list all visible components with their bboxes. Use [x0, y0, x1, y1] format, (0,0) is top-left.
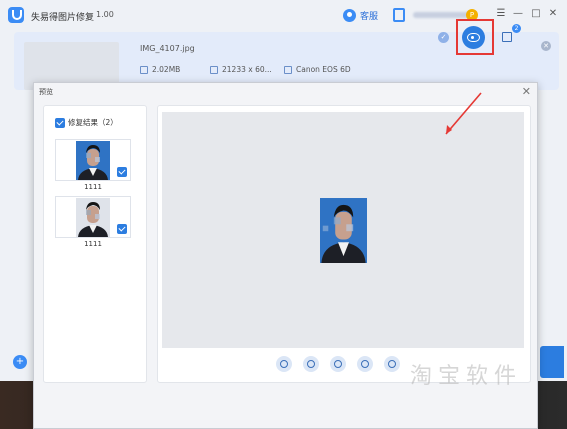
eye-icon: [467, 33, 480, 42]
select-all-check-icon: [55, 117, 65, 128]
result-list-panel: 修复结果（2） 1111 1111: [43, 105, 147, 383]
remove-file-icon[interactable]: ✕: [541, 41, 551, 51]
compare-icon[interactable]: [384, 356, 400, 372]
file-size-icon: [140, 65, 148, 74]
thumbnail-label: 1111: [84, 183, 102, 191]
file-name: IMG_4107.jpg: [140, 44, 195, 53]
fit-screen-icon[interactable]: [276, 356, 292, 372]
file-resolution: 21233 x 60...: [210, 65, 272, 74]
rotate-icon[interactable]: [357, 356, 373, 372]
app-logo-icon: [8, 7, 24, 23]
watermark: 淘宝软件: [410, 364, 523, 389]
zoom-in-icon[interactable]: [303, 356, 319, 372]
thumbnail-checkbox[interactable]: [117, 167, 127, 177]
thumbnail-label: 1111: [84, 240, 102, 248]
preview-area: [157, 105, 531, 383]
dialog-header: 预览 ✕: [34, 83, 537, 100]
add-file-button[interactable]: +: [13, 355, 27, 369]
close-button[interactable]: ✕: [547, 8, 559, 20]
preview-button[interactable]: [462, 26, 485, 49]
thumbnail-checkbox[interactable]: [117, 224, 127, 234]
menu-button[interactable]: ☰: [495, 8, 507, 20]
preview-toolbar: [276, 356, 411, 372]
repaired-check-icon: ✓: [438, 32, 449, 43]
select-all-label: 修复结果（2）: [68, 118, 118, 127]
preview-photo: [320, 198, 367, 263]
customer-service-button[interactable]: 客服: [343, 9, 378, 22]
maximize-button[interactable]: □: [530, 8, 542, 20]
preview-canvas: [162, 112, 524, 348]
dialog-title: 预览: [39, 88, 53, 96]
customer-service-label: 客服: [360, 12, 379, 22]
file-camera: Canon EOS 6D: [284, 65, 351, 74]
customer-service-icon: [343, 9, 356, 22]
device-icon: [393, 8, 405, 22]
minimize-button[interactable]: —: [512, 8, 524, 20]
result-thumbnail[interactable]: [55, 139, 131, 181]
camera-icon: [284, 65, 292, 74]
file-camera-value: Canon EOS 6D: [296, 65, 351, 74]
result-thumbnail[interactable]: [55, 196, 131, 238]
portrait-photo: [76, 198, 110, 237]
app-version: 1.00: [96, 10, 114, 19]
portrait-photo: [76, 141, 110, 180]
select-all-checkbox[interactable]: 修复结果（2）: [55, 117, 118, 128]
file-size: 2.02MB: [140, 65, 180, 74]
save-icon[interactable]: [502, 32, 512, 42]
dialog-close-button[interactable]: ✕: [522, 85, 531, 98]
file-resolution-value: 21233 x 60...: [222, 65, 272, 74]
zoom-out-icon[interactable]: [330, 356, 346, 372]
resolution-icon: [210, 65, 218, 74]
main-action-button[interactable]: [540, 346, 564, 378]
file-size-value: 2.02MB: [152, 65, 181, 74]
save-count-badge: 2: [512, 24, 521, 33]
app-title: 失易得图片修复: [31, 13, 95, 23]
